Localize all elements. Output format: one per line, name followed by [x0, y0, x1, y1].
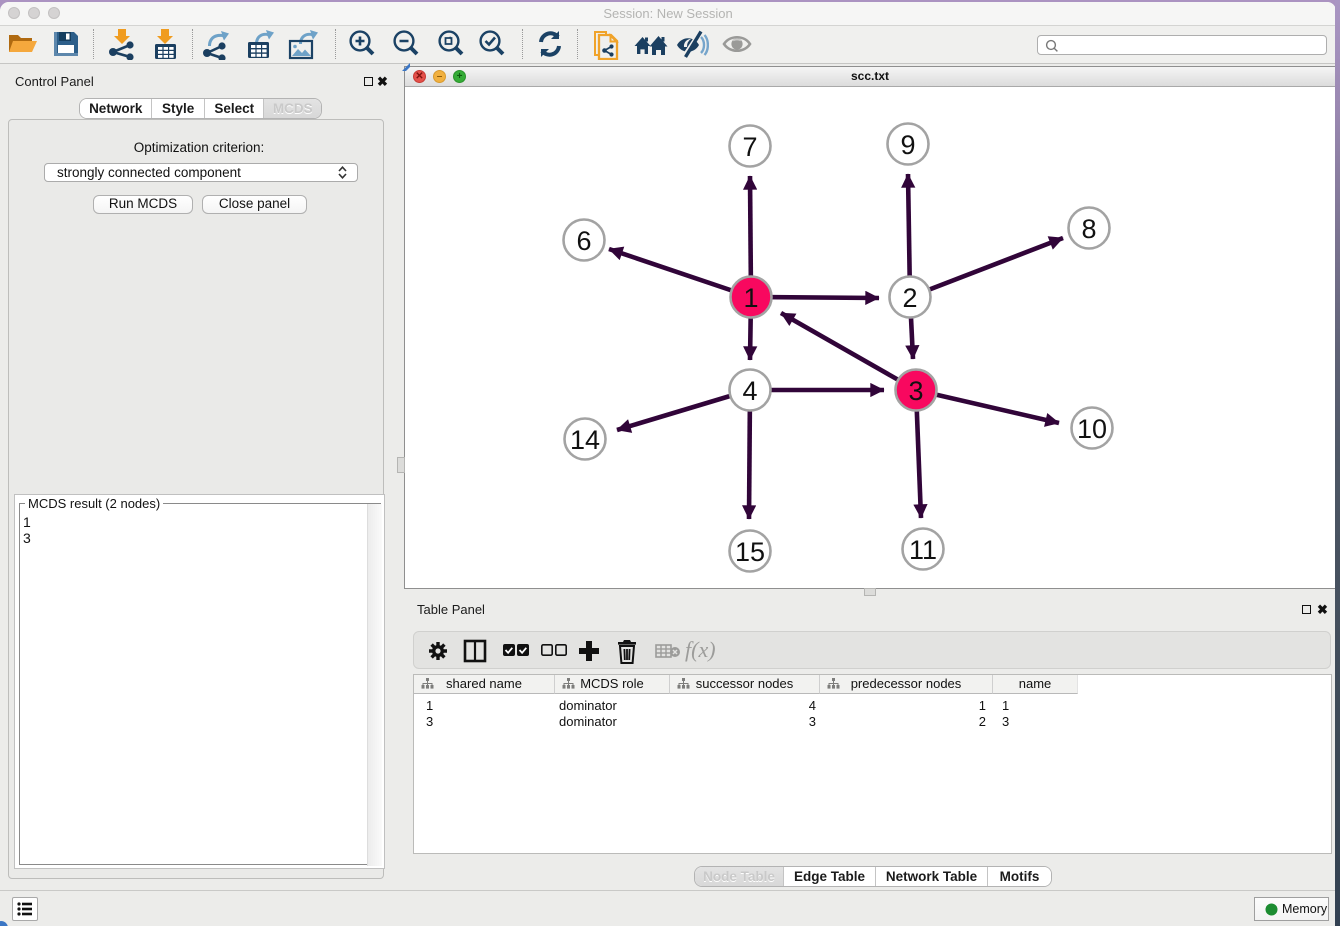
svg-text:6: 6: [576, 226, 591, 256]
svg-text:15: 15: [735, 537, 765, 567]
svg-text:1: 1: [743, 283, 758, 313]
svg-text:8: 8: [1081, 214, 1096, 244]
svg-text:9: 9: [900, 130, 915, 160]
svg-text:2: 2: [902, 283, 917, 313]
svg-text:7: 7: [742, 132, 757, 162]
svg-text:4: 4: [742, 376, 757, 406]
svg-text:11: 11: [909, 535, 937, 565]
svg-text:14: 14: [570, 425, 600, 455]
svg-text:10: 10: [1077, 414, 1107, 444]
svg-text:3: 3: [908, 376, 923, 406]
